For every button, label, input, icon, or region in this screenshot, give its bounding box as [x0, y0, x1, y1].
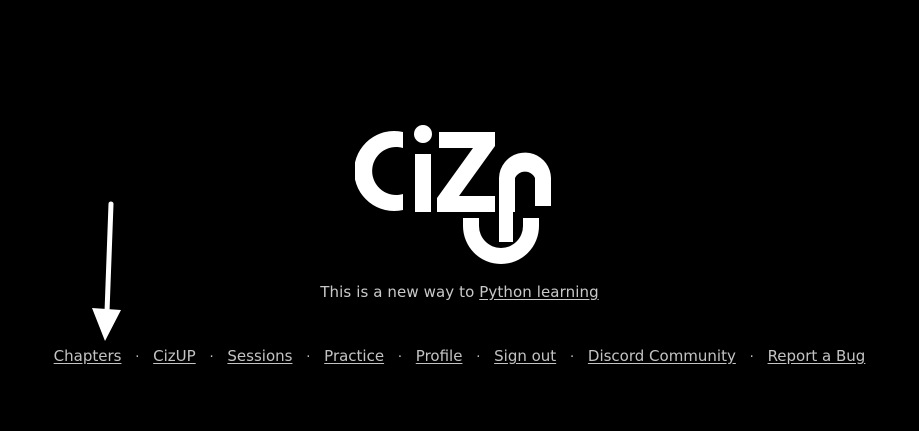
tagline: This is a new way to Python learning: [0, 283, 919, 301]
nav-link-sessions[interactable]: Sessions: [227, 347, 292, 365]
cizup-logo-icon: [355, 125, 551, 264]
nav-separator: ·: [306, 350, 311, 365]
nav-link-report-a-bug[interactable]: Report a Bug: [768, 347, 866, 365]
nav-link-profile[interactable]: Profile: [416, 347, 463, 365]
nav-separator: ·: [476, 350, 481, 365]
nav-link-discord-community[interactable]: Discord Community: [588, 347, 736, 365]
python-learning-link[interactable]: Python learning: [479, 283, 598, 301]
nav-link-practice[interactable]: Practice: [324, 347, 384, 365]
nav-separator: ·: [397, 350, 402, 365]
nav-separator: ·: [209, 350, 214, 365]
nav-separator: ·: [569, 350, 575, 365]
nav-link-sign-out[interactable]: Sign out: [494, 347, 556, 365]
footer-nav: Chapters · CizUP · Sessions · Practice ·…: [0, 347, 919, 365]
cizup-logo: [355, 122, 560, 264]
arrow-down-icon: [88, 200, 128, 345]
nav-link-chapters[interactable]: Chapters: [54, 347, 122, 365]
nav-separator: ·: [749, 350, 754, 365]
nav-separator: ·: [135, 350, 140, 365]
tagline-prefix: This is a new way to: [320, 283, 480, 301]
nav-link-cizup[interactable]: CizUP: [153, 347, 196, 365]
